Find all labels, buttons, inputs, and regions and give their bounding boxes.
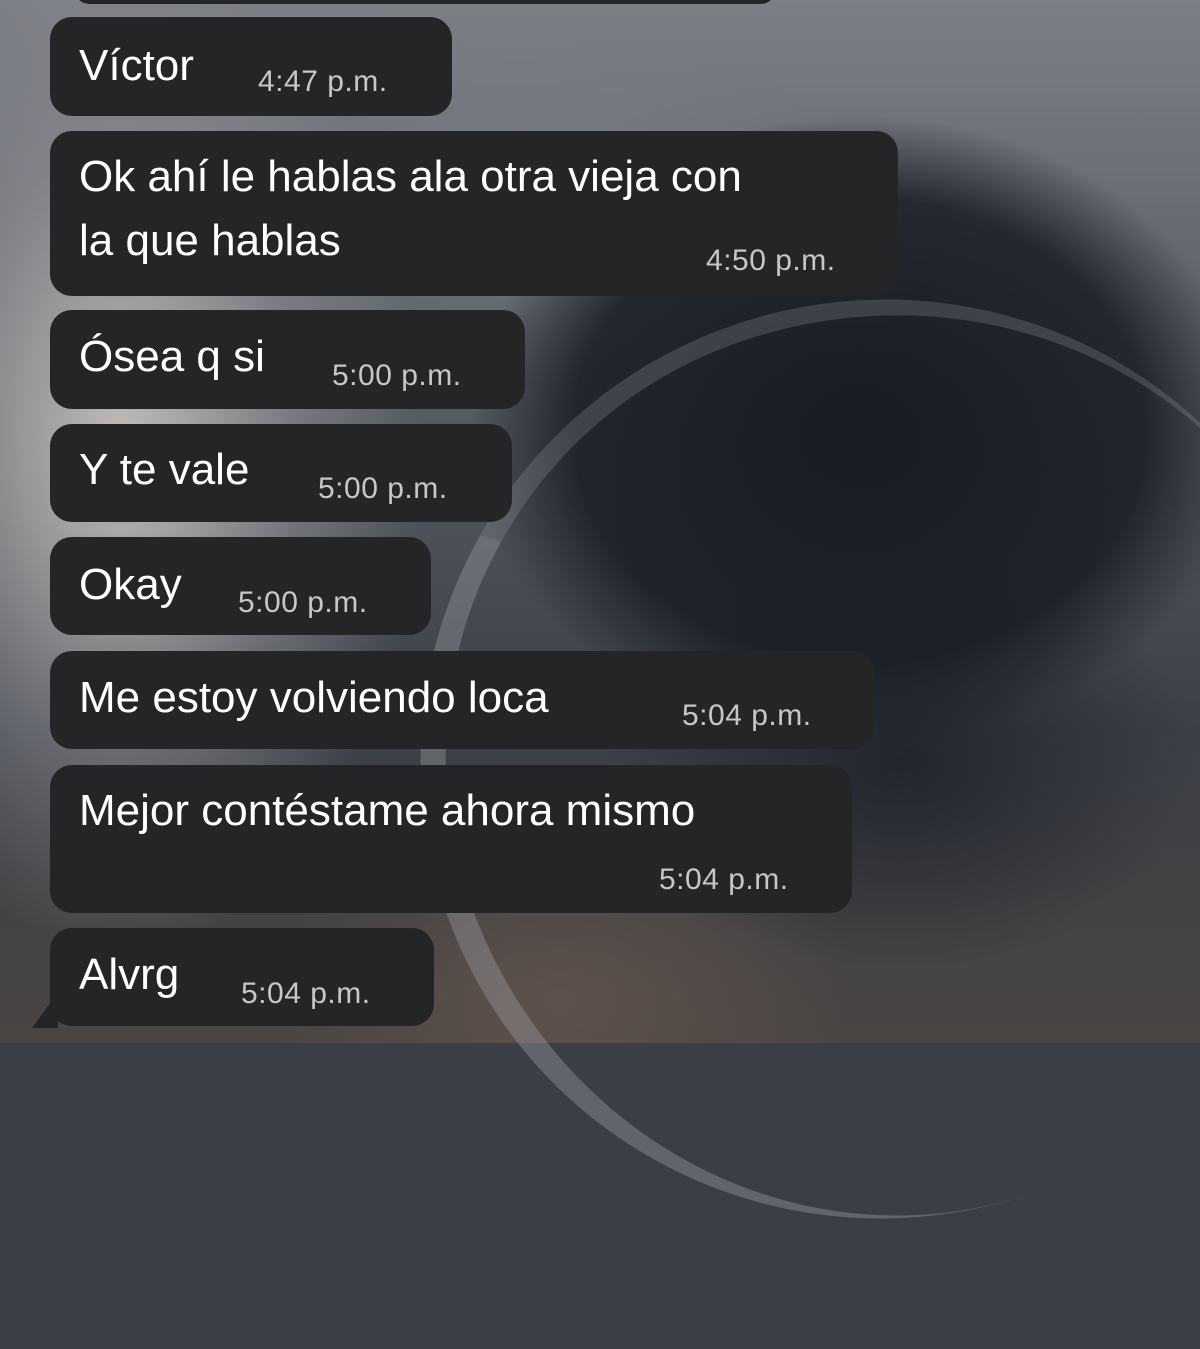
message-bubble[interactable]: Alvrg 5:04 p.m. (50, 928, 434, 1026)
message-timestamp: 5:00 p.m. (318, 472, 448, 505)
message-text: Y te vale (79, 445, 250, 494)
message-timestamp: 5:04 p.m. (241, 977, 371, 1010)
message-text: Ok ahí le hablas ala otra vieja con la q… (79, 152, 742, 265)
message-timestamp: 5:04 p.m. (682, 699, 812, 732)
message-bubble[interactable]: Y te vale 5:00 p.m. (50, 424, 512, 522)
message-bubble[interactable]: Me estoy volviendo loca 5:04 p.m. (50, 651, 875, 749)
message-bubble[interactable]: Ok ahí le hablas ala otra vieja con la q… (50, 131, 898, 296)
message-timestamp: 5:04 p.m. (659, 863, 789, 896)
message-timestamp: 4:50 p.m. (706, 244, 836, 277)
message-timestamp: 5:00 p.m. (332, 359, 462, 392)
message-bubble[interactable]: Okay 5:00 p.m. (50, 537, 431, 635)
message-text: Okay (79, 560, 182, 609)
message-bubble[interactable]: Víctor 4:47 p.m. (50, 17, 452, 116)
message-bubble[interactable]: Mejor contéstame ahora mismo 5:04 p.m. (50, 765, 852, 913)
message-text: Mejor contéstame ahora mismo (79, 786, 696, 835)
message-timestamp: 5:00 p.m. (238, 586, 368, 619)
bubble-tail (32, 992, 58, 1028)
message-text: Me estoy volviendo loca (79, 673, 549, 722)
message-text: Ósea q si (79, 332, 265, 381)
message-timestamp: 4:47 p.m. (258, 65, 388, 98)
message-text: Alvrg (79, 950, 180, 999)
previous-message-bubble[interactable] (75, 0, 775, 4)
message-list[interactable]: Víctor 4:47 p.m. Ok ahí le hablas ala ot… (0, 0, 1200, 1043)
message-bubble[interactable]: Ósea q si 5:00 p.m. (50, 310, 525, 409)
message-text: Víctor (79, 41, 194, 90)
